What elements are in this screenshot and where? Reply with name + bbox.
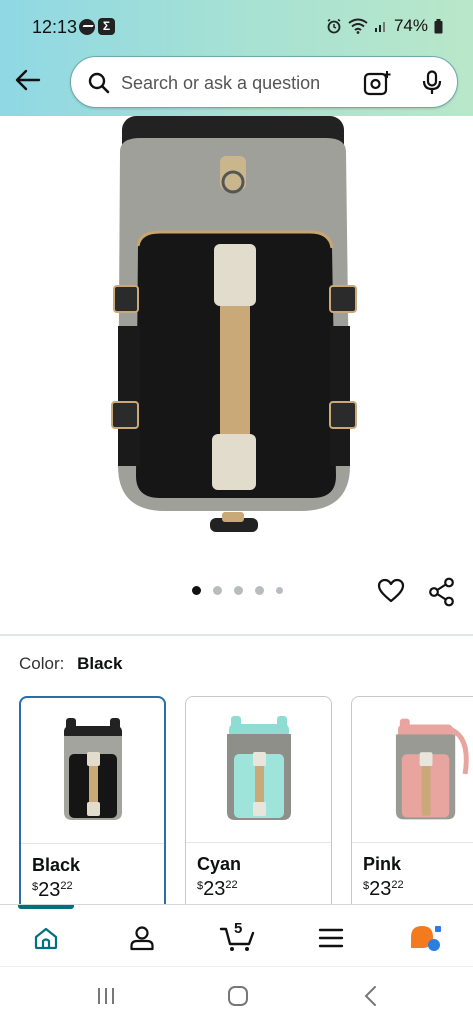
swatch-divider <box>186 842 331 843</box>
status-indicators: 74% <box>326 16 443 36</box>
swatch-thumbnail <box>21 698 164 843</box>
swatch-thumbnail <box>352 697 473 842</box>
nav-cart[interactable]: 5 <box>214 920 262 955</box>
section-divider <box>0 634 473 636</box>
messenger-icon <box>79 19 95 35</box>
nav-account[interactable] <box>122 921 162 955</box>
pagination-dot-3[interactable] <box>234 586 243 595</box>
battery-icon <box>434 18 443 33</box>
wifi-icon <box>348 18 368 34</box>
cyan-backpack-thumb <box>226 715 291 820</box>
home-system-icon[interactable] <box>227 985 249 1007</box>
active-tab-indicator <box>18 905 74 909</box>
signal-icon <box>374 22 385 32</box>
swatch-name: Black <box>32 855 81 875</box>
pink-backpack-thumb <box>395 718 469 819</box>
camera-lens-icon[interactable] <box>363 70 391 96</box>
pagination-dot-5[interactable] <box>276 587 283 594</box>
account-icon <box>130 926 154 951</box>
image-pagination <box>192 586 283 595</box>
share-button[interactable] <box>428 577 456 612</box>
sigma-app-icon: Σ <box>98 18 115 35</box>
pagination-dot-2[interactable] <box>213 586 222 595</box>
nav-menu[interactable] <box>311 921 351 955</box>
status-bar: 12:13 Σ 74% <box>0 0 473 52</box>
swatch-thumbnail <box>186 697 331 842</box>
search-bar[interactable] <box>70 56 458 108</box>
swatch-divider <box>21 843 164 844</box>
swatch-divider <box>352 842 473 843</box>
backpack-image <box>111 116 357 532</box>
back-arrow-icon <box>15 69 41 91</box>
pagination-dot-1[interactable] <box>192 586 201 595</box>
battery-percent: 74% <box>393 16 428 35</box>
pagination-dot-4[interactable] <box>255 586 264 595</box>
bottom-navigation: 5 <box>0 904 473 966</box>
heart-icon <box>377 578 405 603</box>
home-icon <box>34 927 58 950</box>
search-icon <box>88 72 110 94</box>
wishlist-button[interactable] <box>377 577 405 610</box>
swatch-name: Pink <box>363 854 402 874</box>
top-header: 12:13 Σ 74% <box>0 0 473 116</box>
color-label: Color: <box>19 654 65 673</box>
back-button[interactable] <box>12 66 44 94</box>
swatch-price: $2322 <box>363 878 404 900</box>
color-swatch-cyan[interactable]: Cyan $2322 <box>185 696 332 916</box>
color-swatch-black[interactable]: Black $2322 <box>19 696 166 916</box>
nav-home[interactable] <box>26 921 66 955</box>
swatch-price: $2322 <box>197 878 238 900</box>
swatch-price: $2322 <box>32 879 73 901</box>
back-system-icon[interactable] <box>362 985 380 1007</box>
menu-icon <box>318 928 344 948</box>
swatch-name: Cyan <box>197 854 242 874</box>
alarm-icon <box>327 18 341 34</box>
recent-apps-icon[interactable] <box>95 985 117 1007</box>
product-image[interactable] <box>0 116 473 576</box>
share-icon <box>429 577 454 607</box>
black-backpack-thumb <box>63 717 122 820</box>
color-swatch-pink[interactable]: Pink $2322 <box>351 696 473 916</box>
cart-count: 5 <box>234 920 243 937</box>
color-selection-label: Color: Black <box>19 654 122 674</box>
microphone-icon[interactable] <box>421 70 443 96</box>
search-input[interactable] <box>121 69 351 97</box>
rufus-ai-icon <box>411 926 441 951</box>
nav-rufus[interactable] <box>406 921 446 955</box>
selected-color-value: Black <box>77 654 123 673</box>
status-time: 12:13 <box>32 17 78 37</box>
system-navigation-bar <box>0 966 473 1024</box>
